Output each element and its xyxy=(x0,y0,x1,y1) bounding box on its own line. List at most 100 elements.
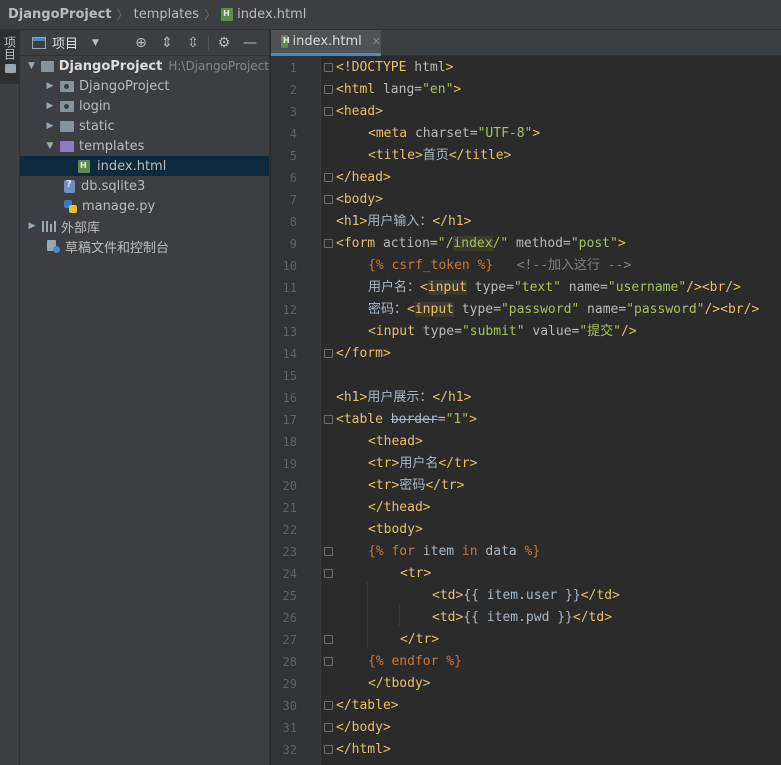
fold-marker-icon[interactable] xyxy=(324,569,333,578)
code-token: </h1> xyxy=(432,214,472,229)
line-number: 2 xyxy=(289,83,297,97)
code-token: </h1> xyxy=(432,390,472,405)
tree-item-index-html[interactable]: index.html xyxy=(20,156,269,176)
tree-item-manage-py[interactable]: manage.py xyxy=(20,196,269,216)
chevron-right-icon[interactable]: ▶ xyxy=(44,81,56,91)
code-token: lang= xyxy=(375,82,423,97)
fold-marker-icon[interactable] xyxy=(324,723,333,732)
code-token: <table xyxy=(336,412,383,427)
project-panel-header: 项目 ▼ ⊕ ⇕ ⇳ ⚙ — xyxy=(20,30,269,56)
code-token: "username" xyxy=(607,280,687,295)
fold-marker-icon[interactable] xyxy=(324,701,333,710)
tab-index-html[interactable]: index.html ✕ xyxy=(271,30,381,56)
code-token: <br/> xyxy=(720,302,760,317)
project-panel-title[interactable]: 项目 xyxy=(52,33,78,52)
tree-item-templates[interactable]: ▼ templates xyxy=(20,136,269,156)
code-token: <tbody> xyxy=(368,522,423,537)
chevron-down-icon[interactable]: ▼ xyxy=(26,61,37,71)
fold-marker-icon[interactable] xyxy=(324,745,333,754)
breadcrumb-file-label: index.html xyxy=(237,7,307,22)
project-tool-tab[interactable]: 项目 xyxy=(0,30,20,84)
code-token: method= xyxy=(508,236,571,251)
code-token: <br/> xyxy=(701,280,741,295)
breadcrumb-file[interactable]: index.html xyxy=(221,7,306,22)
breadcrumb-folder[interactable]: templates xyxy=(134,7,199,22)
code-token: charset= xyxy=(407,126,478,141)
code-token: <title> xyxy=(368,148,423,163)
tree-item-static[interactable]: ▶ static xyxy=(20,116,269,136)
tree-item-login[interactable]: ▶ login xyxy=(20,96,269,116)
hide-panel-icon[interactable]: — xyxy=(237,35,263,51)
code-line-3: <head> xyxy=(336,101,383,123)
project-panel: 项目 ▼ ⊕ ⇕ ⇳ ⚙ — ▼ DjangoProject H:\Django… xyxy=(20,30,270,765)
fold-marker-icon[interactable] xyxy=(324,635,333,644)
code-line-31: </body> xyxy=(336,717,391,739)
breadcrumb-project[interactable]: DjangoProject xyxy=(8,7,112,22)
panel-toolbar: ⊕ ⇕ ⇳ ⚙ — xyxy=(128,35,269,51)
code-token: 密码 xyxy=(399,478,426,493)
tree-item-root[interactable]: ▼ DjangoProject H:\DjangoProject xyxy=(20,56,269,76)
line-number: 30 xyxy=(282,699,297,713)
code-token: 用户输入： xyxy=(367,214,433,229)
line-number: 29 xyxy=(282,677,297,691)
line-number: 20 xyxy=(282,479,297,493)
fold-marker-icon[interactable] xyxy=(324,107,333,116)
tree-item-djangoproject[interactable]: ▶ DjangoProject xyxy=(20,76,269,96)
code-line-1: <!DOCTYPE html> xyxy=(336,57,453,79)
tree-root-label: DjangoProject xyxy=(58,58,163,74)
folder-icon xyxy=(60,120,74,132)
fold-marker-icon[interactable] xyxy=(324,173,333,182)
code-token: name= xyxy=(579,302,627,317)
fold-marker-icon[interactable] xyxy=(324,85,333,94)
code-line-30: </table> xyxy=(336,695,399,717)
database-file-icon xyxy=(64,179,75,193)
code-line-26: <td>{{ item.pwd }}</td> xyxy=(432,607,612,629)
collapse-all-icon[interactable]: ⇳ xyxy=(180,35,206,51)
line-number: 16 xyxy=(282,391,297,405)
indent-guide xyxy=(399,604,400,626)
fold-marker-icon[interactable] xyxy=(324,63,333,72)
tree-item-db-sqlite3[interactable]: db.sqlite3 xyxy=(20,176,269,196)
line-number: 19 xyxy=(282,457,297,471)
line-number: 15 xyxy=(282,369,297,383)
fold-marker-icon[interactable] xyxy=(324,657,333,666)
fold-marker-icon[interactable] xyxy=(324,415,333,424)
code-token: "post" xyxy=(570,236,618,251)
expand-all-icon[interactable]: ⇕ xyxy=(154,35,180,51)
code-token: %} xyxy=(516,544,541,559)
code-line-22: <tbody> xyxy=(368,519,423,541)
gear-icon[interactable]: ⚙ xyxy=(211,35,237,51)
chevron-right-icon[interactable]: ▶ xyxy=(44,121,56,131)
tree-item-external-libraries[interactable]: ▶ 外部库 xyxy=(20,216,269,236)
locate-file-icon[interactable]: ⊕ xyxy=(128,35,154,51)
code-line-16: <h1>用户展示：</h1> xyxy=(336,387,471,409)
code-token: <form xyxy=(336,236,376,251)
line-number: 6 xyxy=(289,171,297,185)
code-token: item xyxy=(414,544,455,559)
code-line-9: <form action="/index/" method="post"> xyxy=(336,233,626,255)
code-token: {{ item.pwd }} xyxy=(463,610,573,625)
line-number: 8 xyxy=(289,215,297,229)
code-token: {% xyxy=(368,258,384,273)
chevron-down-icon[interactable]: ▼ xyxy=(44,141,56,151)
tab-label: index.html xyxy=(292,34,362,49)
code-line-8: <h1>用户输入：</h1> xyxy=(336,211,471,233)
close-icon[interactable]: ✕ xyxy=(372,35,381,48)
code-token: input xyxy=(414,302,454,317)
editor-tab-bar: index.html ✕ xyxy=(271,30,781,56)
chevron-right-icon[interactable]: ▶ xyxy=(26,221,38,231)
line-number: 22 xyxy=(282,523,297,537)
code-token: > xyxy=(617,236,626,251)
fold-marker-icon[interactable] xyxy=(324,547,333,556)
tree-item-scratches[interactable]: 草稿文件和控制台 xyxy=(20,236,269,256)
code-line-13: <input type="submit" value="提交"/> xyxy=(368,321,637,343)
view-dropdown-icon[interactable]: ▼ xyxy=(92,38,99,48)
fold-marker-icon[interactable] xyxy=(324,349,333,358)
chevron-right-icon[interactable]: ▶ xyxy=(44,101,56,111)
code-line-20: <tr>密码</tr> xyxy=(368,475,464,497)
fold-marker-icon[interactable] xyxy=(324,195,333,204)
line-number: 1 xyxy=(289,61,297,75)
fold-marker-icon[interactable] xyxy=(324,239,333,248)
code-line-25: <td>{{ item.user }}</td> xyxy=(432,585,620,607)
